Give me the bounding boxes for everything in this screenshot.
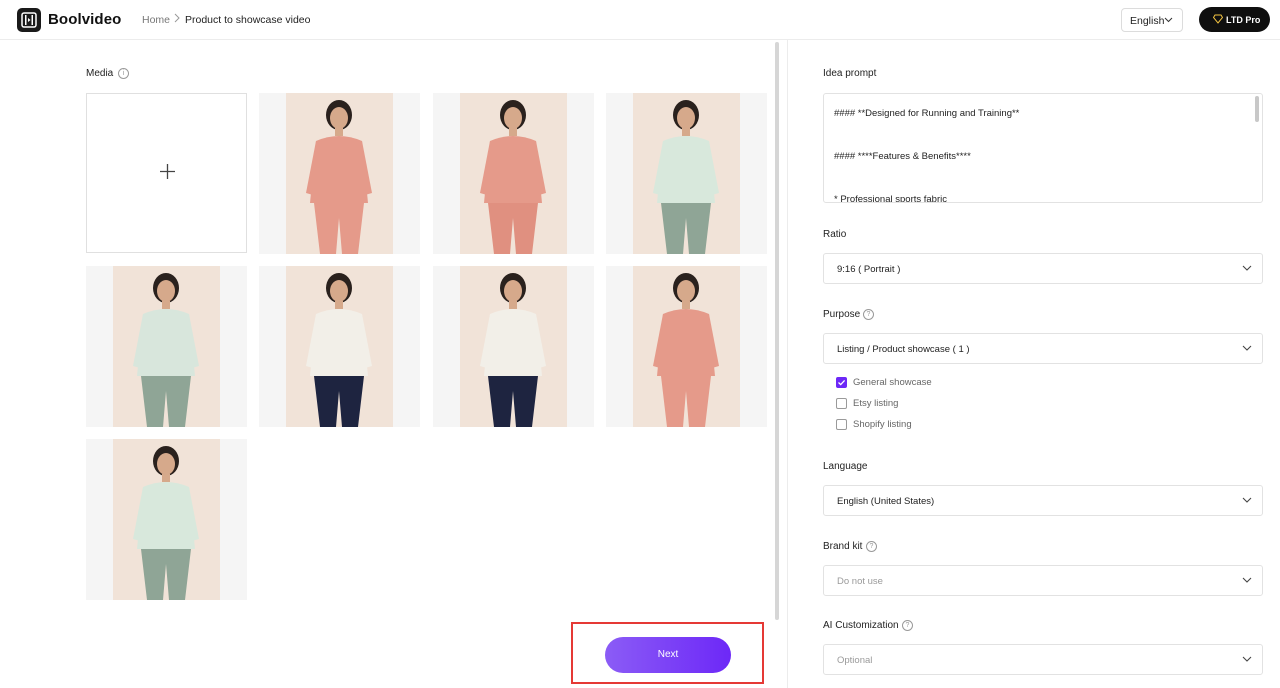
breadcrumb-separator-icon xyxy=(173,13,181,26)
media-thumbnail[interactable] xyxy=(433,93,594,254)
brand-kit-placeholder: Do not use xyxy=(837,576,883,587)
chevron-down-icon xyxy=(1242,656,1252,662)
language-select[interactable]: English (United States) xyxy=(823,485,1263,516)
media-label: Media xyxy=(86,68,114,79)
ai-customization-select[interactable]: Optional xyxy=(823,644,1263,675)
plus-icon xyxy=(160,164,175,179)
media-thumbnail[interactable] xyxy=(86,439,247,600)
help-icon[interactable]: ? xyxy=(863,309,874,320)
media-thumbnail[interactable] xyxy=(606,93,767,254)
next-button[interactable]: Next xyxy=(605,637,731,673)
diamond-icon xyxy=(1213,14,1223,24)
product-photo xyxy=(286,266,393,427)
product-photo xyxy=(113,266,220,427)
checkbox-unchecked-icon[interactable] xyxy=(836,419,847,430)
checkbox-checked-icon[interactable] xyxy=(836,377,847,388)
top-bar: Boolvideo Home Product to showcase video… xyxy=(0,0,1280,40)
purpose-label: Purpose xyxy=(823,309,861,320)
idea-prompt-line: #### **Designed for Running and Training… xyxy=(834,108,1020,119)
media-thumbnail[interactable] xyxy=(606,266,767,427)
ratio-label: Ratio xyxy=(823,229,847,240)
help-icon[interactable]: ? xyxy=(866,541,877,552)
idea-prompt-line: #### ****Features & Benefits**** xyxy=(834,151,971,162)
add-media-button[interactable] xyxy=(86,93,247,253)
chevron-down-icon xyxy=(1164,17,1173,23)
plan-badge-button[interactable]: LTD Pro xyxy=(1199,7,1270,32)
media-thumbnail[interactable] xyxy=(259,266,420,427)
panel-divider xyxy=(787,40,788,688)
checkbox-label: General showcase xyxy=(853,377,932,388)
chevron-down-icon xyxy=(1242,577,1252,583)
ai-customization-label: AI Customization xyxy=(823,620,899,631)
brand-kit-select[interactable]: Do not use xyxy=(823,565,1263,596)
media-thumbnail[interactable] xyxy=(433,266,594,427)
idea-prompt-label: Idea prompt xyxy=(823,68,877,79)
checkbox-label: Etsy listing xyxy=(853,398,899,409)
idea-prompt-line: * Professional sports fabric xyxy=(834,194,947,203)
media-thumbnail[interactable] xyxy=(259,93,420,254)
product-photo xyxy=(460,266,567,427)
product-photo xyxy=(633,266,740,427)
purpose-select-value: Listing / Product showcase ( 1 ) xyxy=(837,344,970,355)
media-thumbnail[interactable] xyxy=(86,266,247,427)
chevron-down-icon xyxy=(1242,345,1252,351)
left-scrollbar[interactable] xyxy=(775,42,779,620)
product-photo xyxy=(460,93,567,254)
chevron-down-icon xyxy=(1242,265,1252,271)
checkbox-unchecked-icon[interactable] xyxy=(836,398,847,409)
app-logo-icon[interactable] xyxy=(17,8,41,32)
ratio-select-value: 9:16 ( Portrait ) xyxy=(837,264,901,275)
info-icon[interactable]: i xyxy=(118,68,129,79)
ai-customization-placeholder: Optional xyxy=(837,655,873,666)
ratio-select[interactable]: 9:16 ( Portrait ) xyxy=(823,253,1263,284)
brand-kit-label: Brand kit xyxy=(823,541,863,552)
idea-prompt-textarea[interactable]: #### **Designed for Running and Training… xyxy=(823,93,1263,203)
language-label: Language xyxy=(823,461,868,472)
breadcrumb-home[interactable]: Home xyxy=(142,14,170,26)
language-selector[interactable]: English xyxy=(1121,8,1183,32)
textarea-scrollbar[interactable] xyxy=(1255,96,1259,122)
product-photo xyxy=(633,93,740,254)
language-selector-label: English xyxy=(1130,15,1165,27)
plan-badge-label: LTD Pro xyxy=(1226,15,1261,25)
app-name[interactable]: Boolvideo xyxy=(48,11,121,28)
purpose-select[interactable]: Listing / Product showcase ( 1 ) xyxy=(823,333,1263,364)
chevron-down-icon xyxy=(1242,497,1252,503)
product-photo xyxy=(286,93,393,254)
language-select-value: English (United States) xyxy=(837,496,935,507)
product-photo xyxy=(113,439,220,600)
checkbox-label: Shopify listing xyxy=(853,419,912,430)
breadcrumb-current: Product to showcase video xyxy=(185,14,311,26)
help-icon[interactable]: ? xyxy=(902,620,913,631)
